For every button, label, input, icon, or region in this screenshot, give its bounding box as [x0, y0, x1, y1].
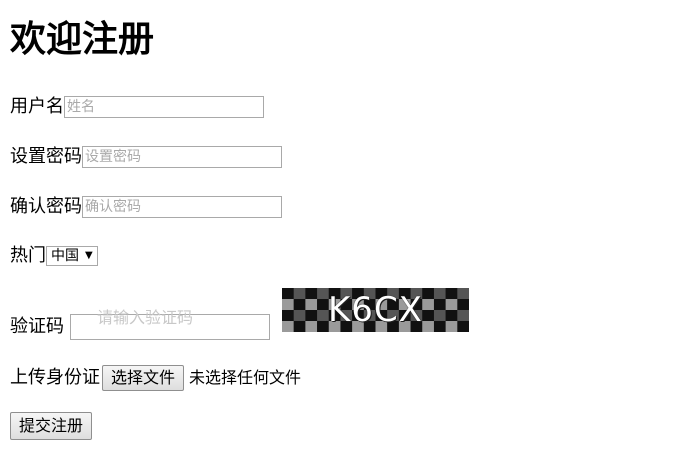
- captcha-input[interactable]: 请输入验证码: [70, 308, 270, 340]
- captcha-row: 验证码 请输入验证码: [10, 308, 270, 340]
- password-label: 设置密码: [10, 146, 82, 167]
- choose-file-button[interactable]: 选择文件: [102, 365, 185, 391]
- captcha-image[interactable]: K6CX: [282, 288, 469, 332]
- username-row: 用户名: [10, 95, 264, 119]
- chevron-down-icon: ▼: [85, 250, 93, 261]
- confirm-password-row: 确认密码: [10, 195, 282, 219]
- captcha-code: K6CX: [328, 290, 423, 330]
- captcha-placeholder: 请输入验证码: [97, 308, 194, 327]
- submit-button[interactable]: 提交注册: [10, 412, 93, 440]
- password-input[interactable]: [82, 146, 282, 168]
- file-status: 未选择任何文件: [189, 368, 302, 387]
- upload-row: 上传身份证 选择文件 未选择任何文件: [10, 365, 301, 391]
- password-row: 设置密码: [10, 145, 282, 169]
- upload-label: 上传身份证: [10, 367, 100, 388]
- page-title: 欢迎注册: [10, 19, 155, 60]
- hot-label: 热门: [10, 245, 46, 266]
- registration-page: 欢迎注册 用户名 设置密码 确认密码 热门 中国 ▼ 验证码 请输入验证码 K6…: [0, 0, 687, 470]
- country-select-value: 中国: [51, 248, 79, 264]
- confirm-password-label: 确认密码: [10, 196, 82, 217]
- country-select[interactable]: 中国 ▼: [46, 246, 98, 266]
- hot-row: 热门 中国 ▼: [10, 244, 98, 268]
- confirm-password-input[interactable]: [82, 196, 282, 218]
- username-input[interactable]: [64, 96, 264, 118]
- captcha-label: 验证码: [10, 316, 64, 337]
- submit-row: 提交注册: [10, 412, 93, 440]
- username-label: 用户名: [10, 96, 64, 117]
